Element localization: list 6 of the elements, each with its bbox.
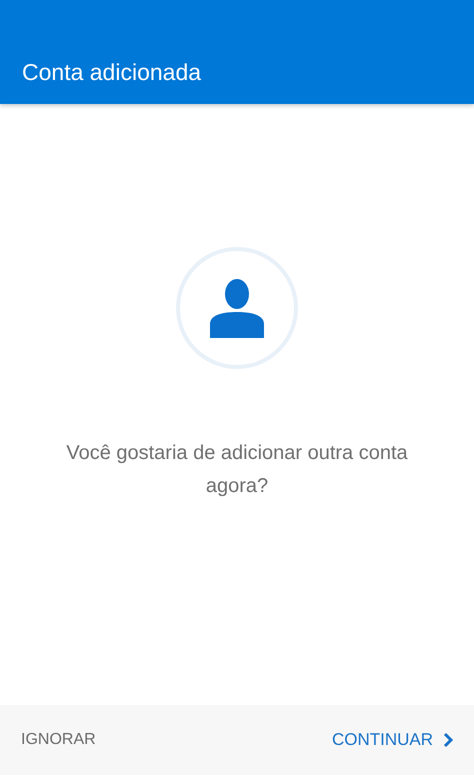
prompt-text: Você gostaria de adicionar outra conta agora?: [65, 441, 409, 499]
skip-button[interactable]: IGNORAR: [21, 728, 96, 752]
screen-title: Conta adicionada: [22, 61, 202, 84]
chevron-right-icon: [443, 732, 453, 748]
continue-button[interactable]: CONTINUAR: [332, 727, 453, 753]
person-icon: [210, 278, 264, 338]
